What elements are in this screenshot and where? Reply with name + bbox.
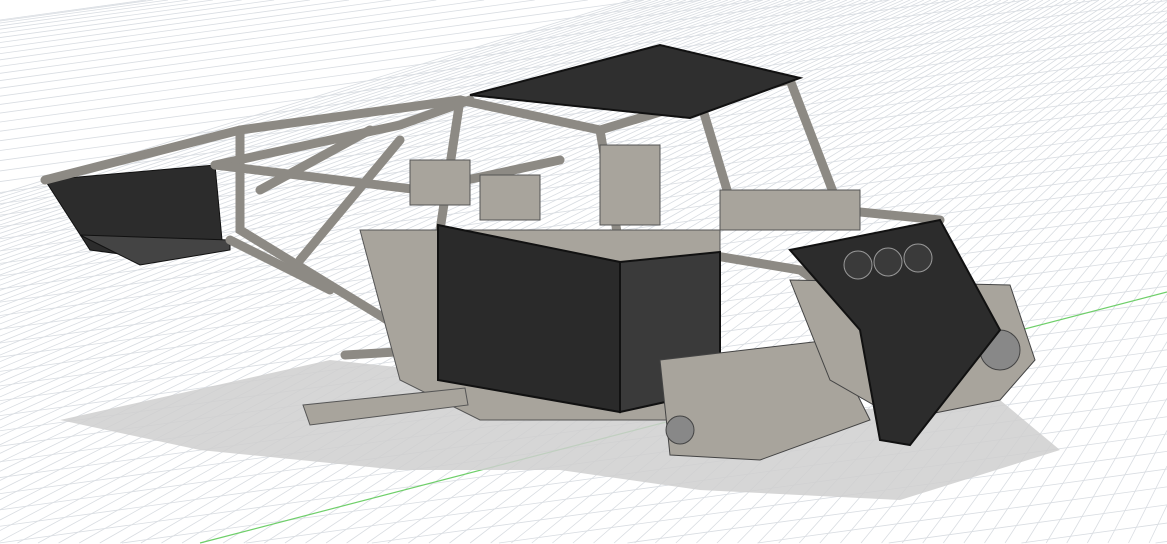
grid-line (0, 0, 169, 24)
grid-line (0, 0, 392, 55)
grid-line (0, 0, 213, 30)
grid-line (1107, 430, 1167, 544)
grid-line (0, 0, 154, 22)
grid-line (0, 0, 146, 21)
grid-line (0, 0, 275, 38)
grid-line (0, 0, 189, 27)
viewport-canvas[interactable] (0, 0, 1167, 544)
grid-line (0, 0, 311, 43)
grid-line (888, 504, 1167, 544)
grid-line (0, 0, 350, 49)
grid-line (1021, 522, 1167, 544)
grid-line (0, 0, 242, 34)
cad-viewport[interactable] (0, 0, 1167, 544)
grid-line (1155, 541, 1167, 544)
grid-line (1128, 465, 1167, 544)
